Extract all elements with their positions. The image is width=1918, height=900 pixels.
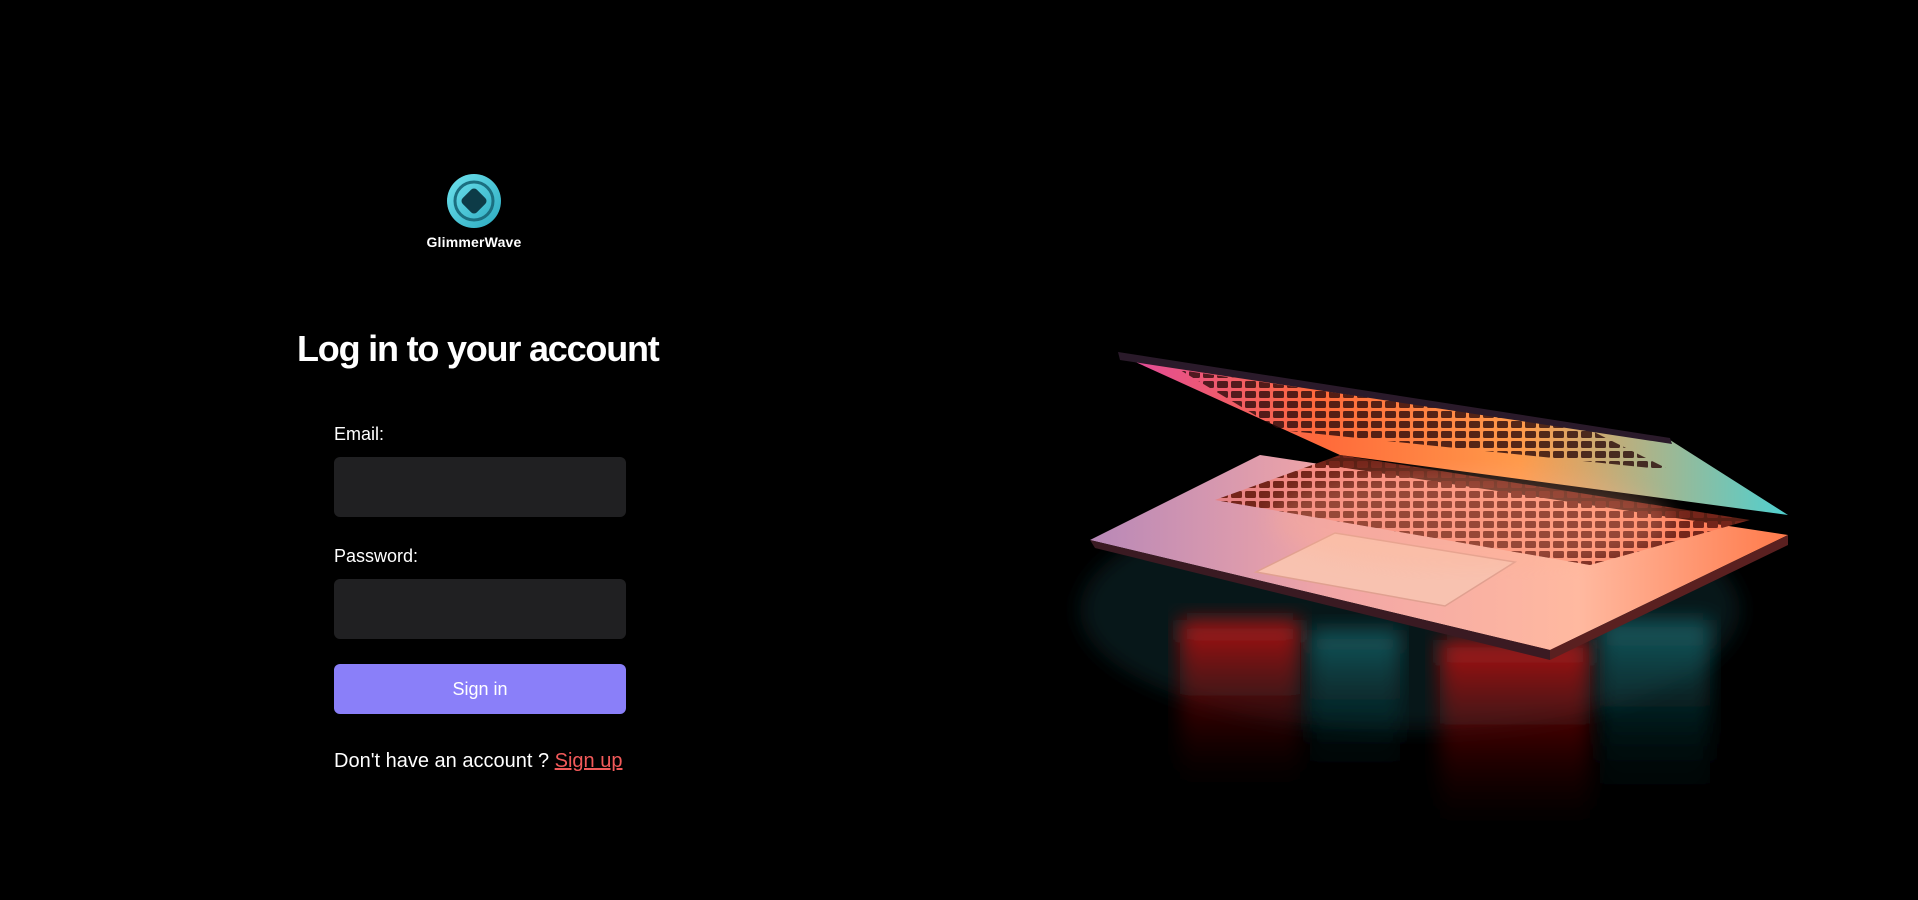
glimmerwave-logo-icon (447, 174, 501, 228)
signup-prompt: Don't have an account ? (334, 750, 550, 772)
signup-row: Don't have an account ? Sign up (334, 750, 626, 773)
email-field[interactable] (334, 457, 626, 517)
brand: GlimmerWave (424, 174, 524, 250)
password-field[interactable] (334, 579, 626, 639)
page-title: Log in to your account (297, 328, 660, 369)
hero-image-panel (950, 0, 1918, 900)
email-label: Email: (334, 424, 385, 444)
brand-name: GlimmerWave (426, 234, 522, 250)
login-page: GlimmerWave Log in to your account Email… (0, 0, 1918, 900)
sign-up-link[interactable]: Sign up (555, 750, 623, 772)
glowing-laptop-image (1080, 352, 1788, 830)
login-form: Email: Password: Sign in Don't have an a… (334, 424, 626, 773)
password-label: Password: (334, 546, 419, 566)
login-panel: GlimmerWave Log in to your account Email… (0, 0, 950, 900)
sign-in-button[interactable]: Sign in (334, 664, 626, 714)
